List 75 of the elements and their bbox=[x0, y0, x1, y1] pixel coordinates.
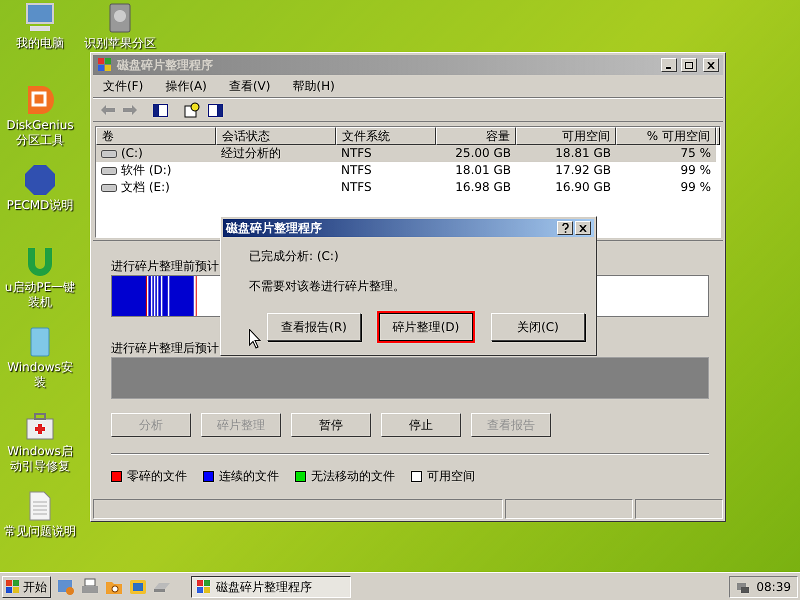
panel-toggle-icon[interactable] bbox=[208, 104, 223, 116]
legend-label: 无法移动的文件 bbox=[311, 468, 395, 485]
dialog-button[interactable]: 关闭(C) bbox=[491, 313, 585, 341]
desktop-icon-label: u启动PE一键装机 bbox=[4, 280, 76, 310]
menu-item[interactable]: 帮助(H) bbox=[292, 77, 335, 95]
drive-icon bbox=[101, 184, 117, 192]
column-header[interactable]: 会话状态 bbox=[216, 127, 336, 145]
dialog-button[interactable]: 碎片整理(D) bbox=[379, 313, 473, 341]
desktop-icon-label: PECMD说明 bbox=[6, 198, 74, 213]
computer-icon bbox=[24, 2, 56, 34]
desktop-icon-label: 我的电脑 bbox=[16, 36, 64, 51]
desktop-icon-label: 常见问题说明 bbox=[4, 524, 76, 539]
close-icon bbox=[579, 224, 587, 232]
legend-label: 零碎的文件 bbox=[127, 468, 187, 485]
maximize-icon bbox=[685, 62, 693, 68]
table-cell: NTFS bbox=[341, 179, 372, 196]
table-cell: 16.90 GB bbox=[555, 179, 611, 196]
defrag-app-icon bbox=[97, 57, 113, 73]
close-button[interactable] bbox=[575, 221, 591, 235]
volume-row[interactable]: 软件 (D:) NTFS 18.01 GB 17.92 GB 99 % bbox=[96, 162, 716, 179]
drive-icon bbox=[101, 166, 117, 174]
legend-label: 可用空间 bbox=[427, 468, 475, 485]
first-aid-kit-icon bbox=[24, 410, 56, 442]
menu-item[interactable]: 查看(V) bbox=[228, 77, 270, 95]
dialog-message: 不需要对该卷进行碎片整理。 bbox=[249, 278, 406, 295]
panel-toggle-icon[interactable] bbox=[153, 104, 168, 116]
desktop-icon-label: DiskGenius分区工具 bbox=[5, 118, 75, 148]
legend-label: 连续的文件 bbox=[219, 468, 279, 485]
windows-logo-icon bbox=[6, 580, 20, 594]
table-cell: (C:) bbox=[121, 145, 143, 162]
maximize-button[interactable] bbox=[681, 58, 697, 72]
table-cell: 99 % bbox=[680, 179, 711, 196]
volume-row[interactable]: (C:) 经过分析的 NTFS 25.00 GB 18.81 GB 75 % bbox=[96, 145, 716, 162]
desktop-icon-label: Windows启动引导修复 bbox=[6, 444, 74, 474]
volume-row[interactable]: 文档 (E:) NTFS 16.98 GB 16.90 GB 99 % bbox=[96, 179, 716, 196]
start-button[interactable]: 开始 bbox=[2, 576, 51, 598]
printer-icon[interactable] bbox=[81, 578, 99, 596]
column-header[interactable]: 容量 bbox=[436, 127, 516, 145]
close-button[interactable] bbox=[703, 58, 719, 72]
table-cell: 17.92 GB bbox=[555, 162, 611, 179]
action-button[interactable]: 停止 bbox=[381, 413, 461, 437]
action-button[interactable]: 暂停 bbox=[291, 413, 371, 437]
menu-item[interactable]: 文件(F) bbox=[103, 77, 144, 95]
table-cell: 16.98 GB bbox=[455, 179, 511, 196]
mouse-cursor-icon bbox=[249, 329, 261, 349]
column-header[interactable]: 卷 bbox=[96, 127, 216, 145]
table-cell: 75 % bbox=[680, 145, 711, 162]
clock: 08:39 bbox=[756, 578, 791, 596]
table-cell: 18.81 GB bbox=[555, 145, 611, 162]
desktop-icon-label: Windows安装 bbox=[6, 360, 74, 390]
dialog-message: 已完成分析: (C:) bbox=[249, 248, 340, 265]
dialog-button[interactable]: 查看报告(R) bbox=[267, 313, 361, 341]
help-button[interactable] bbox=[557, 221, 573, 235]
after-defrag-label: 进行碎片整理后预计 bbox=[111, 340, 219, 355]
dialog-title: 磁盘碎片整理程序 bbox=[226, 220, 323, 237]
defrag-app-icon bbox=[196, 578, 212, 594]
table-cell: 文档 (E:) bbox=[121, 179, 170, 196]
table-cell: NTFS bbox=[341, 162, 372, 179]
table-cell: 软件 (D:) bbox=[121, 162, 172, 179]
before-analysis-label: 进行碎片整理前预计 bbox=[111, 258, 219, 273]
minimize-button[interactable] bbox=[661, 58, 677, 72]
menu-item[interactable]: 操作(A) bbox=[165, 77, 207, 95]
column-header[interactable]: % 可用空间 bbox=[616, 127, 716, 145]
taskbar-window-button[interactable]: 磁盘碎片整理程序 bbox=[191, 576, 351, 598]
desktop-icon-label: 识别苹果分区 bbox=[84, 36, 156, 51]
table-cell: 经过分析的 bbox=[221, 145, 281, 162]
table-cell: 99 % bbox=[680, 162, 711, 179]
table-cell: NTFS bbox=[341, 145, 372, 162]
table-cell: 18.01 GB bbox=[455, 162, 511, 179]
column-header[interactable]: 可用空间 bbox=[516, 127, 616, 145]
table-cell: 25.00 GB bbox=[455, 145, 511, 162]
window-title: 磁盘碎片整理程序 bbox=[117, 57, 214, 74]
drive-icon bbox=[101, 150, 117, 158]
close-icon bbox=[707, 62, 715, 68]
column-header[interactable]: 文件系统 bbox=[336, 127, 436, 145]
